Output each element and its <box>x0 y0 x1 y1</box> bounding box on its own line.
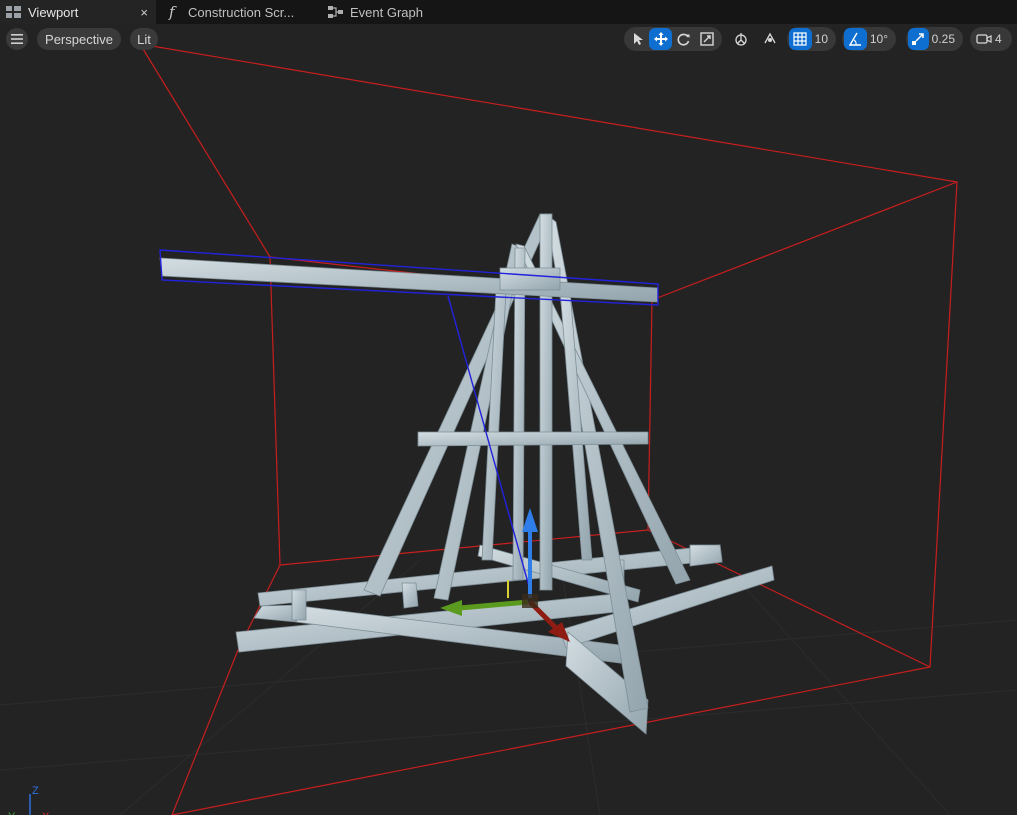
grid-snap-value[interactable]: 10 <box>812 32 834 46</box>
move-icon <box>653 32 668 46</box>
viewport-menu-button[interactable] <box>6 28 28 50</box>
rotation-snap-toggle[interactable] <box>844 28 867 50</box>
ground-grid <box>0 559 1017 815</box>
graph-icon <box>328 4 344 20</box>
grid-snap-toggle[interactable] <box>789 28 812 50</box>
surface-snap-icon <box>763 32 776 44</box>
viewport-icon <box>6 4 22 20</box>
rotate-tool-button[interactable] <box>672 28 695 50</box>
scale-icon <box>699 32 714 46</box>
tab-label: Event Graph <box>350 4 423 20</box>
grid-icon <box>793 32 807 46</box>
tab-construction-script[interactable]: f Construction Scr... <box>156 0 318 24</box>
surface-snap-button[interactable] <box>758 28 781 50</box>
angle-icon <box>849 32 862 46</box>
axis-y-label: Y <box>8 811 16 815</box>
scale-tool-button[interactable] <box>695 28 718 50</box>
scale-snap-value[interactable]: 0.25 <box>929 32 961 46</box>
axis-indicator: Z X Y <box>8 785 50 815</box>
rotate-icon <box>677 33 690 46</box>
world-icon <box>734 33 747 46</box>
tab-label: Viewport <box>28 4 79 20</box>
editor-tab-bar: Viewport × f Construction Scr... Event G… <box>0 0 1017 24</box>
camera-speed-button[interactable] <box>972 28 995 50</box>
function-icon: f <box>166 4 182 20</box>
grid-snap-group[interactable]: 10 <box>787 27 836 51</box>
tab-label: Construction Scr... <box>188 4 295 20</box>
cursor-icon <box>633 33 643 45</box>
select-tool-button[interactable] <box>626 28 649 50</box>
scene-render[interactable] <box>0 24 1017 815</box>
tab-event-graph[interactable]: Event Graph <box>318 0 448 24</box>
scale-snap-group[interactable]: 0.25 <box>906 27 963 51</box>
scale-snap-toggle[interactable] <box>908 28 929 50</box>
tab-viewport[interactable]: Viewport × <box>0 0 156 24</box>
axis-x-label: X <box>42 811 50 815</box>
translate-tool-button[interactable] <box>649 28 672 50</box>
lighting-mode-button[interactable]: Lit <box>130 28 158 50</box>
camera-speed-value[interactable]: 4 <box>995 32 1008 46</box>
rotation-snap-group[interactable]: 10° <box>842 27 896 51</box>
camera-icon <box>975 34 992 44</box>
viewport[interactable]: Perspective Lit 10 10° 0.25 4 Z <box>0 24 1017 815</box>
scale-snap-icon <box>912 33 925 45</box>
transform-tools <box>624 27 722 51</box>
svg-text:f: f <box>168 4 177 20</box>
hamburger-icon <box>11 32 23 47</box>
close-icon[interactable]: × <box>130 5 148 20</box>
axis-z-label: Z <box>32 785 39 797</box>
view-mode-button[interactable]: Perspective <box>37 28 121 50</box>
rotation-snap-value[interactable]: 10° <box>867 32 894 46</box>
coordinate-space-button[interactable] <box>729 28 752 50</box>
camera-speed-group[interactable]: 4 <box>970 27 1012 51</box>
trebuchet-mesh <box>159 213 775 735</box>
